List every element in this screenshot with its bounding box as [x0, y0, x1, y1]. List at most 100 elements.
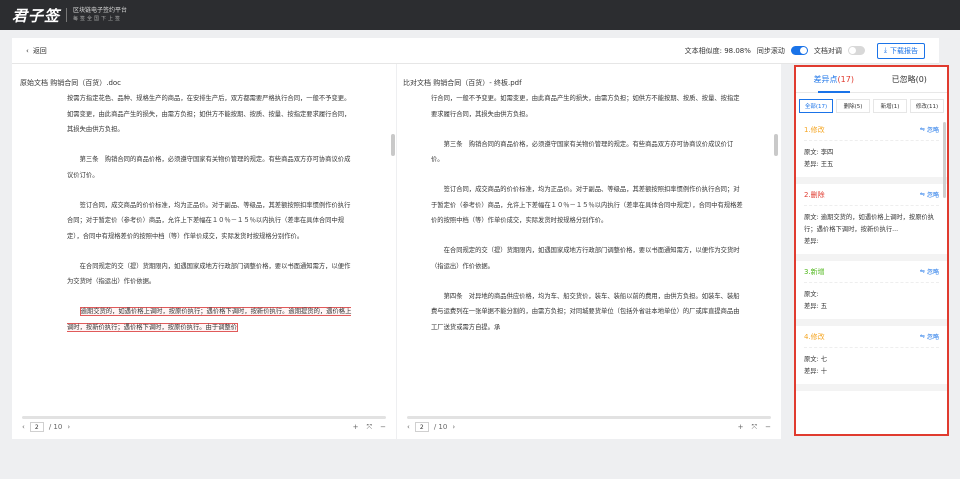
difference-list: 1.修改 ⇋ 忽略 原文: 李四 差异: 王五 2.删除 ⇋ 忽略 原文: 逾期交货… — [796, 119, 947, 428]
page-navigation: ‹ 2 / 10 › + ⤧ − — [22, 419, 386, 435]
differences-panel: 差异点 (17) 已忽略(0) 全部(17) 删除(5) 新增(1) 修改(11)… — [794, 65, 949, 436]
logo-divider — [66, 8, 68, 22]
difference-item[interactable]: 4.修改 ⇋ 忽略 原文: 七 差异: 十 — [796, 326, 947, 391]
ignore-label: 忽略 — [926, 192, 939, 199]
difference-value: 五 — [820, 303, 828, 310]
original-text-row: 原文: 七 — [804, 354, 939, 366]
original-label: 原文: — [804, 214, 819, 221]
app-slogan: 区块链电子签约平台 每签全国下上签 — [73, 7, 127, 23]
ignore-button[interactable]: ⇋ 忽略 — [920, 332, 939, 341]
fit-page-icon[interactable]: ⤧ — [367, 423, 373, 432]
download-icon: ⤓ — [883, 46, 887, 54]
doc-paragraph: 签订合同，成交商品的价价标准，均为正品价。对于副品、等级品，其差额按照扣率惯例作… — [431, 186, 743, 224]
doc-paragraph: 签订合同，成交商品的价价标准，均为正品价。对于副品、等级品，其差额按照扣率惯例作… — [67, 201, 351, 240]
original-doc-title: 原始文档 购销合同（百货）.doc — [20, 79, 122, 87]
vertical-scrollbar[interactable] — [391, 134, 395, 156]
ignore-icon: ⇋ — [919, 126, 925, 133]
back-label: 返回 — [32, 46, 47, 55]
doc-paragraph: 行合同，一般不予变更。如需变更，由此商品产生的损失，由需方负担；如供方不能按期、… — [431, 95, 740, 118]
difference-label: 差异: — [804, 161, 819, 168]
original-document-panel: 原始文档 购销合同（百货）.doc 按需方指定花色、品种、规格生产的商品，在安排… — [12, 64, 396, 439]
difference-title: 2.删除 — [804, 190, 825, 199]
ignore-label: 忽略 — [926, 127, 939, 134]
ignore-label: 忽略 — [926, 269, 939, 276]
slogan-line-2: 每签全国下上签 — [73, 16, 123, 22]
prev-page-icon[interactable]: ‹ — [407, 423, 410, 431]
difference-text-row: 差异: — [804, 236, 939, 248]
difference-label: 差异: — [804, 238, 819, 245]
similarity-text: 文本相似度: 98.08% — [684, 46, 751, 55]
doc-paragraph: 按需方指定花色、品种、规格生产的商品，在安排生产后，双方都需要严格执行合同，一般… — [67, 95, 351, 133]
difference-text-row: 差异: 王五 — [804, 159, 939, 171]
difference-label: 差异: — [804, 303, 819, 310]
download-label: 下载报告 — [890, 46, 918, 55]
zoom-out-icon[interactable]: − — [765, 423, 771, 432]
ignore-label: 忽略 — [926, 334, 939, 341]
ignore-icon: ⇋ — [919, 333, 925, 340]
doc-paragraph: 在合同规定的交（提）货期限内，如遇国家成地方行政部门调整价格，要以书面通知需方，… — [431, 247, 740, 270]
original-text-row: 原文: 逾期交货的，如遇价格上调时，按原价执行；遇价格下调时，按新价执行... — [804, 212, 939, 236]
app-logo: 君子签 — [12, 6, 61, 25]
ignore-icon: ⇋ — [919, 268, 925, 275]
ignore-button[interactable]: ⇋ 忽略 — [920, 190, 939, 199]
zoom-out-icon[interactable]: − — [380, 423, 386, 432]
panel-scrollbar[interactable] — [943, 122, 946, 198]
original-value: 逾期交货的，如遇价格上调时，按原价执行；遇价格下调时，按新价执行... — [804, 214, 935, 233]
filter-added[interactable]: 新增(1) — [873, 99, 907, 113]
difference-text-row: 差异: 十 — [804, 366, 939, 378]
filter-all[interactable]: 全部(17) — [799, 99, 833, 113]
ignore-button[interactable]: ⇋ 忽略 — [920, 125, 939, 134]
original-text-row: 原文: 李四 — [804, 147, 939, 159]
chevron-left-icon: ‹ — [26, 46, 29, 55]
filter-modified[interactable]: 修改(11) — [910, 99, 944, 113]
text-align-label: 文档对调 — [813, 46, 842, 55]
zoom-in-icon[interactable]: + — [738, 423, 744, 432]
original-value: 李四 — [820, 149, 834, 156]
difference-item[interactable]: 3.新增 ⇋ 忽略 原文: 差异: 五 — [796, 261, 947, 326]
fit-page-icon[interactable]: ⤧ — [752, 423, 758, 432]
next-page-icon[interactable]: › — [452, 423, 455, 431]
vertical-scrollbar[interactable] — [774, 134, 778, 156]
tab-ignored-label: 已忽略(0) — [891, 75, 927, 84]
back-button[interactable]: ‹ 返回 — [26, 46, 47, 56]
page-navigation: ‹ 2 / 10 › + ⤧ − — [407, 419, 771, 435]
difference-title: 1.修改 — [804, 125, 825, 134]
filter-deleted[interactable]: 删除(5) — [836, 99, 870, 113]
compare-doc-title: 比对文档 购销合同（百货）- 终板.pdf — [403, 79, 522, 87]
difference-value: 十 — [820, 368, 828, 375]
download-report-button[interactable]: ⤓ 下载报告 — [876, 42, 925, 59]
tab-ignored[interactable]: 已忽略(0) — [872, 67, 948, 92]
tab-differences-count: (17) — [837, 75, 854, 84]
original-label: 原文: — [804, 356, 819, 363]
doc-paragraph: 第三条 购销合同的商品价格，必须遵守国家有关物价管理的规定。有些商品双方亦可协商… — [431, 140, 734, 164]
sync-scroll-label: 同步滚动 — [756, 46, 785, 55]
difference-value: 王五 — [820, 161, 834, 168]
sync-scroll-toggle[interactable] — [790, 46, 808, 55]
difference-label: 差异: — [804, 368, 819, 375]
original-value: 七 — [820, 356, 828, 363]
difference-title: 3.新增 — [804, 267, 825, 276]
doc-paragraph: 第四条 对异地的商品供应价格，均为车、船交货价，装车、装船以前的费用，由供方负担… — [431, 292, 740, 331]
difference-item[interactable]: 2.删除 ⇋ 忽略 原文: 逾期交货的，如遇价格上调时，按原价执行；遇价格下调时，… — [796, 184, 947, 261]
difference-item[interactable]: 1.修改 ⇋ 忽略 原文: 李四 差异: 王五 — [796, 119, 947, 184]
difference-text-row: 差异: 五 — [804, 301, 939, 313]
ignore-icon: ⇋ — [919, 191, 925, 198]
original-label: 原文: — [804, 291, 819, 298]
difference-title: 4.修改 — [804, 332, 825, 341]
page-total: / 10 — [48, 423, 63, 431]
page-total: / 10 — [433, 423, 448, 431]
compare-toolbar: ‹ 返回 文本相似度: 98.08% 同步滚动 文档对调 ⤓ 下载报告 — [12, 38, 939, 64]
doc-paragraph: 在合同规定的交（提）货期限内，如遇国家成地方行政部门调整价格，要以书面通知需方，… — [67, 262, 351, 286]
page-number-input[interactable]: 2 — [414, 422, 429, 432]
tab-differences[interactable]: 差异点 (17) — [796, 67, 872, 93]
ignore-button[interactable]: ⇋ 忽略 — [920, 267, 939, 276]
next-page-icon[interactable]: › — [67, 423, 70, 431]
prev-page-icon[interactable]: ‹ — [22, 423, 25, 431]
compare-document-panel: 比对文档 购销合同（百货）- 终板.pdf 行合同，一般不予变更。如需变更，由此… — [397, 64, 781, 439]
page-number-input[interactable]: 2 — [29, 422, 44, 432]
doc-paragraph: 第三条 购销合同的商品价格，必须遵守国家有关物价管理的规定。有些商品双方亦可协商… — [67, 156, 351, 179]
deleted-text-highlight[interactable]: 逾期交货的，如遇价格上调时，按原价执行；遇价格下调时，按新价执行。逾期提货的，遇… — [67, 307, 352, 332]
top-bar: 君子签 区块链电子签约平台 每签全国下上签 — [0, 0, 960, 30]
text-align-toggle[interactable] — [847, 46, 865, 55]
zoom-in-icon[interactable]: + — [353, 423, 359, 432]
